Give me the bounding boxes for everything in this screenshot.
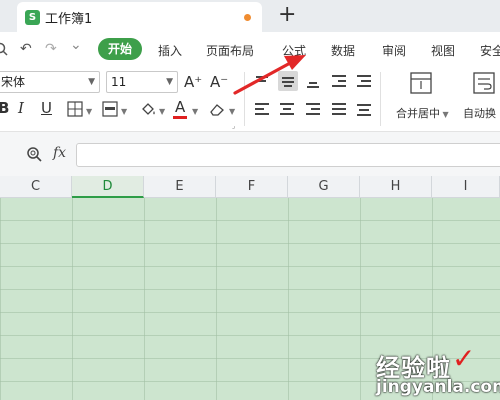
menu-insert[interactable]: 插入 [158,42,182,59]
redo-icon[interactable]: ↷ [45,41,57,57]
font-size-select[interactable]: 11 ▼ [106,71,178,93]
merge-center-icon[interactable] [410,72,432,94]
font-dialog-launcher-icon[interactable]: ⌟ [232,122,235,130]
column-header-c[interactable]: C [0,176,72,198]
insert-function-button[interactable]: fx [53,145,66,161]
tab-workbook[interactable]: S 工作簿1 [17,2,262,32]
bold-button[interactable]: B [0,98,9,118]
quick-access-dropdown-icon[interactable]: ⌄ [70,37,82,53]
merge-center-button[interactable]: 合并居中 ▼ [396,105,449,121]
merge-center-label: 合并居中 [396,107,440,120]
formula-bar: fx [0,132,500,176]
spreadsheet-icon: S [25,10,40,25]
zoom-icon[interactable] [26,146,42,162]
font-size-value: 11 [111,75,127,89]
undo-icon[interactable]: ↶ [20,41,32,57]
ribbon-home: 宋体 ▼ 11 ▼ A⁺ A⁻ B I U ▼ ▼ ▼ A ▼ ▼ 合并居中 ▼… [0,66,500,132]
align-middle-icon[interactable] [278,71,298,91]
search-icon[interactable] [0,42,8,56]
column-header-e[interactable]: E [144,176,216,198]
tab-title: 工作簿1 [45,12,93,27]
borders-icon[interactable] [67,101,83,117]
align-center-icon[interactable] [278,100,296,118]
tab-bar: S 工作簿1 + [0,0,500,32]
column-header-g[interactable]: G [288,176,360,198]
font-name-value: 宋体 [1,75,26,89]
unsaved-indicator [244,14,251,21]
wrap-text-icon[interactable] [473,72,495,94]
wrap-text-button[interactable]: 自动换 [463,105,496,121]
column-header-row: C D E F G H I [0,176,500,198]
align-left-icon[interactable] [253,100,271,118]
new-tab-button[interactable]: + [278,3,296,27]
column-header-h[interactable]: H [360,176,432,198]
align-bottom-icon[interactable] [304,72,322,90]
chevron-down-icon[interactable]: ▼ [159,107,165,116]
chevron-down-icon: ▼ [88,77,95,87]
decrease-font-button[interactable]: A⁻ [210,72,228,92]
chevron-down-icon[interactable]: ▼ [121,107,127,116]
chevron-down-icon: ▼ [440,110,449,119]
menu-page-layout[interactable]: 页面布局 [206,42,254,59]
watermark-check-icon: ✓ [452,342,476,375]
formula-input[interactable] [76,143,500,167]
font-color-swatch [173,116,187,119]
watermark-url: jingyanla.com [376,377,500,397]
fill-color-icon[interactable] [139,100,157,118]
align-right-icon[interactable] [304,100,322,118]
increase-font-button[interactable]: A⁺ [184,72,202,92]
chevron-down-icon[interactable]: ▼ [86,107,92,116]
font-color-button[interactable]: A [175,97,185,117]
menu-bar: ↶ ↷ ⌄ 开始 插入 页面布局 公式 数据 审阅 视图 安全 [0,32,500,66]
chevron-down-icon: ▼ [166,77,173,87]
column-header-d[interactable]: D [72,176,144,198]
menu-view[interactable]: 视图 [431,42,455,59]
decrease-indent-icon[interactable] [330,72,348,90]
font-name-select[interactable]: 宋体 ▼ [0,71,100,93]
italic-button[interactable]: I [18,98,24,118]
clear-format-icon[interactable] [208,101,226,117]
chevron-down-icon[interactable]: ▼ [192,107,198,116]
chevron-down-icon[interactable]: ▼ [229,107,235,116]
ribbon-divider [380,72,381,126]
menu-review[interactable]: 审阅 [382,42,406,59]
increase-indent-icon[interactable] [355,72,373,90]
menu-formulas[interactable]: 公式 [282,42,306,59]
underline-button[interactable]: U [41,98,52,118]
align-top-icon[interactable] [253,72,271,90]
distributed-align-icon[interactable] [355,100,373,118]
column-header-f[interactable]: F [216,176,288,198]
ribbon-divider [244,72,245,126]
cell-style-icon[interactable] [102,101,118,117]
menu-data[interactable]: 数据 [331,42,355,59]
menu-security[interactable]: 安全 [480,42,500,59]
menu-home[interactable]: 开始 [98,38,142,60]
justify-icon[interactable] [330,100,348,118]
column-header-i[interactable]: I [432,176,500,198]
